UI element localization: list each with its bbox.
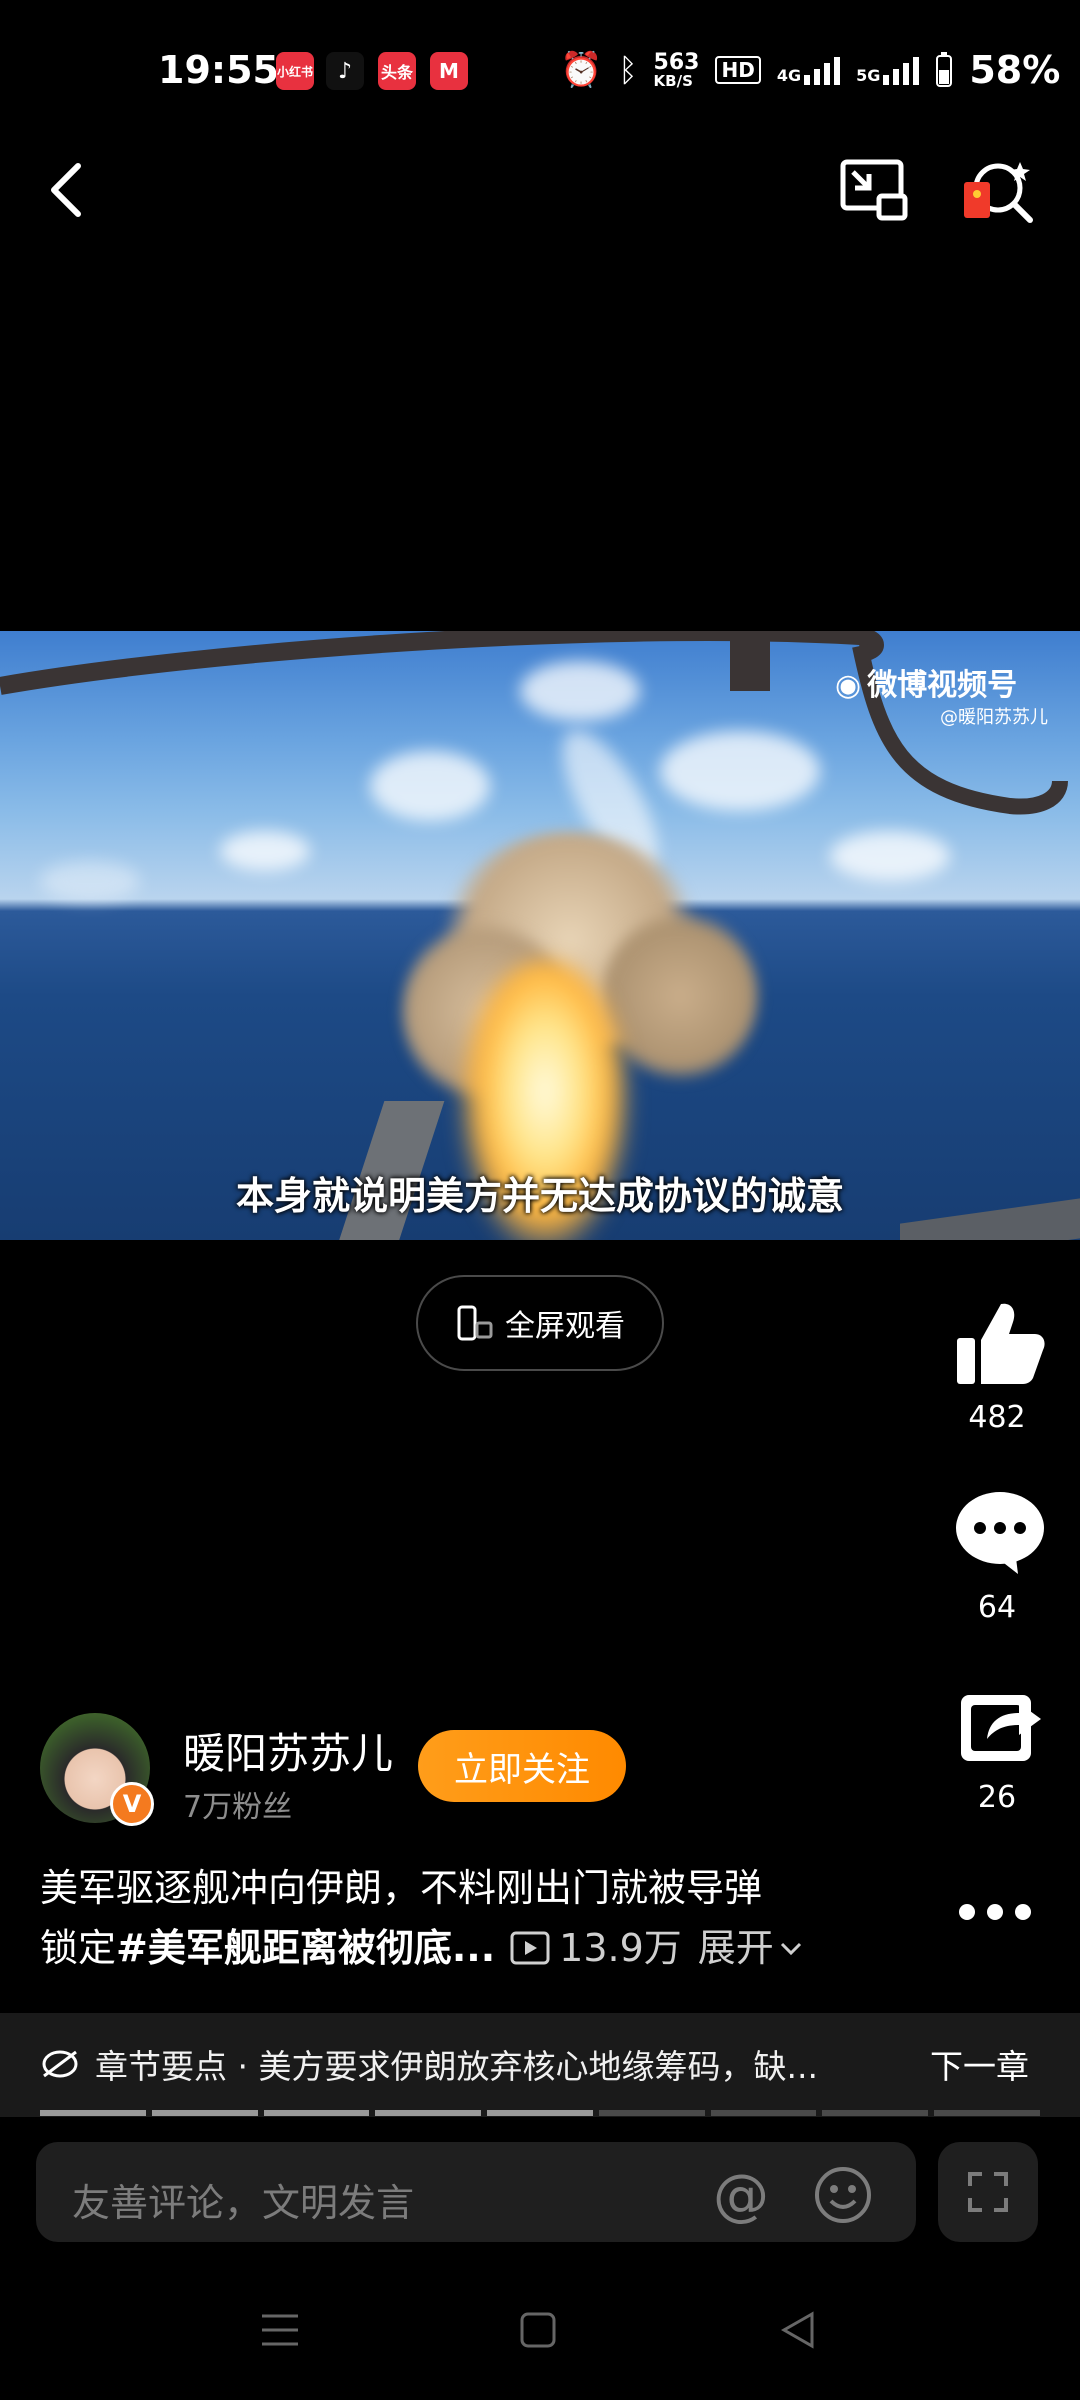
alarm-icon: ⏰ [560, 50, 603, 90]
douyin-app-icon: ♪ [326, 52, 364, 90]
speed-unit: KB/S [653, 71, 693, 90]
smiley-icon [815, 2167, 871, 2223]
follow-button[interactable]: 立即关注 [418, 1730, 626, 1802]
chapter-segment[interactable] [375, 2110, 482, 2116]
back-nav-button[interactable] [768, 2300, 828, 2360]
comment-placeholder: 友善评论，文明发言 [72, 2181, 415, 2225]
watermark-text: 微博视频号 [867, 668, 1018, 703]
battery-percentage: 58% [969, 48, 1061, 92]
at-icon: @ [713, 2162, 769, 2228]
battery-icon [936, 52, 953, 87]
more-dots-icon [959, 1904, 1031, 1920]
bluetooth-icon: ᛒ [618, 51, 638, 89]
play-views-icon [510, 1931, 550, 1965]
status-time: 19:55 [158, 48, 279, 92]
share-icon [961, 1695, 1041, 1761]
chapter-segment[interactable] [263, 2110, 370, 2116]
verified-badge: V [110, 1782, 154, 1826]
chapter-segment[interactable] [598, 2110, 705, 2116]
post-line-2-prefix: 锁定 [40, 1926, 117, 1970]
share-button[interactable] [940, 1680, 1060, 1770]
speed-value: 563 [653, 49, 700, 75]
pip-icon [840, 159, 908, 221]
watermark-handle: @暖阳苏苏儿 [940, 707, 1048, 728]
chapter-segment[interactable] [710, 2110, 817, 2116]
net-4g-label: 4G [776, 66, 802, 85]
post-description[interactable]: 美军驱逐舰冲向伊朗，不料刚出门就被导弹 锁定 #美军舰距离被彻底... 13.9万… [40, 1858, 860, 1978]
emoji-button[interactable] [808, 2160, 878, 2230]
comment-bubble-icon [956, 1492, 1044, 1574]
like-button[interactable] [940, 1298, 1060, 1388]
comment-button[interactable] [940, 1488, 1060, 1578]
chapter-segment[interactable] [151, 2110, 258, 2116]
weibo-logo-icon: ◉ [835, 668, 862, 703]
chevron-down-icon [780, 1942, 801, 1956]
author-name[interactable]: 暖阳苏苏儿 [183, 1720, 393, 1781]
rotate-screen-icon [457, 1305, 493, 1341]
chapter-icon [42, 2050, 78, 2078]
chapter-segment[interactable] [934, 2110, 1041, 2116]
status-bar: 19:55 小红书 ♪ 头条 M ⏰ ᛒ 563 KB/S HD 4G 5G 5… [0, 0, 1080, 150]
back-button[interactable] [36, 150, 96, 230]
home-square-icon [520, 2312, 556, 2348]
back-triangle-icon [780, 2311, 814, 2349]
expand-comment-button[interactable] [938, 2142, 1038, 2242]
author-fans: 7万粉丝 [183, 1790, 293, 1825]
picture-in-picture-button[interactable] [836, 150, 912, 230]
xiaohongshu-app-icon: 小红书 [276, 52, 314, 90]
signal-4g-icon: 4G [776, 55, 841, 85]
bank-app-icon: M [430, 52, 468, 90]
recent-apps-button[interactable] [250, 2300, 310, 2360]
like-count: 482 [968, 1400, 1026, 1435]
system-nav-bar [0, 2280, 1080, 2400]
red-packet-search-button[interactable] [958, 150, 1038, 230]
video-player[interactable] [0, 631, 1080, 1240]
net-5g-label: 5G [856, 66, 881, 85]
network-speed: 563 KB/S [653, 49, 700, 90]
fullscreen-label: 全屏观看 [505, 1309, 625, 1344]
video-subtitle: 本身就说明美方并无达成协议的诚意 [235, 1174, 844, 1218]
red-packet-search-icon [964, 162, 1033, 223]
more-button[interactable] [950, 1890, 1040, 1934]
chapter-progress[interactable] [40, 2110, 1041, 2116]
fullscreen-button[interactable]: 全屏观看 [416, 1275, 664, 1371]
next-chapter-button[interactable]: 下一章 [930, 2040, 1029, 2088]
toutiao-app-icon: 头条 [378, 52, 416, 90]
expand-link[interactable]: 展开 [698, 1918, 774, 1978]
video-watermark: ◉ 微博视频号 [835, 660, 1017, 704]
chapter-segment[interactable] [40, 2110, 146, 2116]
comment-count: 64 [977, 1590, 1017, 1625]
share-count: 26 [977, 1780, 1017, 1815]
chapter-segment[interactable] [487, 2110, 593, 2116]
status-indicators: ⏰ ᛒ 563 KB/S HD 4G 5G 58% [560, 48, 1060, 92]
signal-5g-icon: 5G [856, 55, 920, 85]
chapter-segment[interactable] [822, 2110, 929, 2116]
home-button[interactable] [508, 2300, 568, 2360]
hd-icon: HD [715, 56, 761, 84]
chevron-left-icon [51, 163, 81, 217]
post-hashtag[interactable]: #美军舰距离被彻底... [116, 1918, 495, 1978]
expand-icon [968, 2172, 1008, 2212]
menu-lines-icon [262, 2314, 298, 2346]
thumbs-up-icon [957, 1303, 1045, 1384]
mention-button[interactable]: @ [706, 2160, 776, 2230]
chapter-summary[interactable]: 章节要点 · 美方要求伊朗放弃核心地缘筹码，缺... [95, 2040, 875, 2088]
view-count: 13.9万 [559, 1926, 682, 1970]
post-line-1: 美军驱逐舰冲向伊朗，不料刚出门就被导弹 [40, 1866, 763, 1910]
post-line-2: 锁定 #美军舰距离被彻底... 13.9万 展开 [40, 1918, 860, 1978]
